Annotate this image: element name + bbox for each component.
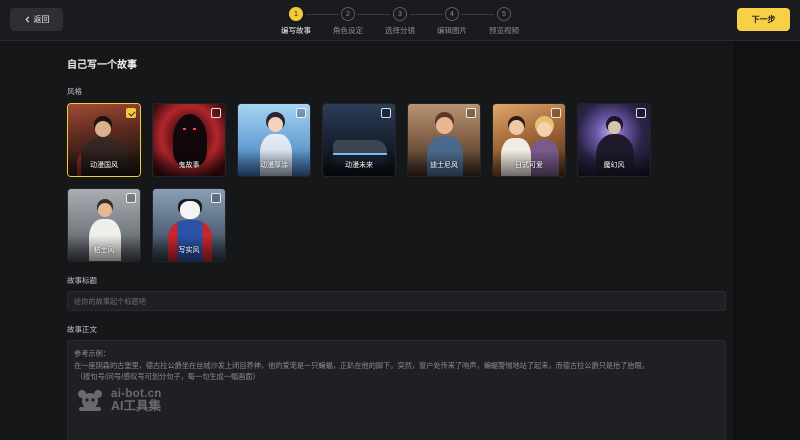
- style-card-ghost-story[interactable]: 鬼故事: [152, 103, 226, 177]
- placeholder-hint: （按句号/问号/感叹号可划分句子，每一句生成一幅画面）: [76, 372, 260, 381]
- next-step-button[interactable]: 下一步: [737, 8, 790, 31]
- step-label: 预览视频: [489, 26, 519, 35]
- step-label: 选择分镜: [385, 26, 415, 35]
- story-title-label: 故事标题: [67, 276, 97, 285]
- checkbox-icon: [211, 108, 221, 118]
- style-grid: 动漫国风 鬼故事 动漫厚涂 动漫未来 迪士尼风 日式可爱 魔幻风 粘土风 写实风: [67, 103, 651, 262]
- style-card-disney[interactable]: 迪士尼风: [407, 103, 481, 177]
- checkbox-icon: [126, 193, 136, 203]
- step-number: 2: [341, 7, 355, 21]
- back-button[interactable]: 返回: [10, 8, 63, 31]
- style-card-label: 粘土风: [93, 247, 115, 254]
- style-card-anime-guofeng[interactable]: 动漫国风: [67, 103, 141, 177]
- watermark-name: AI工具集: [111, 399, 162, 413]
- style-card-label: 动漫未来: [345, 162, 373, 169]
- step-number: 4: [445, 7, 459, 21]
- style-card-anime-thick-paint[interactable]: 动漫厚涂: [237, 103, 311, 177]
- style-card-label: 动漫国风: [90, 162, 118, 169]
- style-card-label: 日式可爱: [515, 162, 543, 169]
- style-card-label: 写实风: [178, 247, 200, 254]
- checkbox-icon: [296, 108, 306, 118]
- watermark: ai-bot.cn AI工具集: [75, 386, 162, 414]
- progress-stepper: 1 编写故事 2 角色设定 3 选择分镜 4 编辑图片 5 预览视频: [270, 7, 530, 37]
- step-write-story[interactable]: 1 编写故事: [270, 7, 338, 37]
- checkbox-icon: [126, 108, 136, 118]
- step-number: 1: [289, 7, 303, 21]
- step-number: 3: [393, 7, 407, 21]
- story-body-textarea[interactable]: 参考示例： 在一座阴森的古堡里，德古拉公爵坐在丝绒沙发上闭目养神，他的爱宠是一只…: [67, 340, 726, 440]
- style-card-label: 鬼故事: [178, 162, 200, 169]
- step-preview-video[interactable]: 5 预览视频: [478, 7, 530, 37]
- style-card-anime-future[interactable]: 动漫未来: [322, 103, 396, 177]
- step-edit-images[interactable]: 4 编辑图片: [426, 7, 494, 37]
- step-label: 编辑图片: [437, 26, 467, 35]
- style-section-label: 风格: [67, 87, 82, 96]
- back-button-label: 返回: [33, 15, 50, 24]
- step-label: 编写故事: [281, 26, 311, 35]
- right-side-panel: [733, 41, 800, 440]
- style-card-label: 迪士尼风: [430, 162, 458, 169]
- top-bar: 返回 1 编写故事 2 角色设定 3 选择分镜 4 编辑图片 5 预览视频 下一…: [0, 0, 800, 41]
- step-label: 角色设定: [333, 26, 363, 35]
- story-body-label: 故事正文: [67, 325, 97, 334]
- checkbox-icon: [466, 108, 476, 118]
- placeholder-example: 在一座阴森的古堡里，德古拉公爵坐在丝绒沙发上闭目养神，他的爱宠是一只蝙蝠，正趴在…: [74, 360, 650, 370]
- placeholder-heading: 参考示例：: [74, 349, 110, 358]
- step-choose-storyboard[interactable]: 3 选择分镜: [374, 7, 442, 37]
- style-card-label: 动漫厚涂: [260, 162, 288, 169]
- style-card-label: 魔幻风: [603, 162, 625, 169]
- style-card-clay[interactable]: 粘土风: [67, 188, 141, 262]
- style-card-realistic[interactable]: 写实风: [152, 188, 226, 262]
- checkbox-icon: [636, 108, 646, 118]
- step-character-setup[interactable]: 2 角色设定: [322, 7, 390, 37]
- story-title-input[interactable]: [67, 291, 726, 311]
- style-card-fantasy[interactable]: 魔幻风: [577, 103, 651, 177]
- chevron-left-icon: [24, 16, 29, 23]
- checkbox-icon: [211, 193, 221, 203]
- page-title: 自己写一个故事: [67, 60, 137, 71]
- checkbox-icon: [551, 108, 561, 118]
- step-number: 5: [497, 7, 511, 21]
- checkbox-icon: [381, 108, 391, 118]
- style-card-japanese-cute[interactable]: 日式可爱: [492, 103, 566, 177]
- ai-bot-logo-icon: [78, 390, 102, 411]
